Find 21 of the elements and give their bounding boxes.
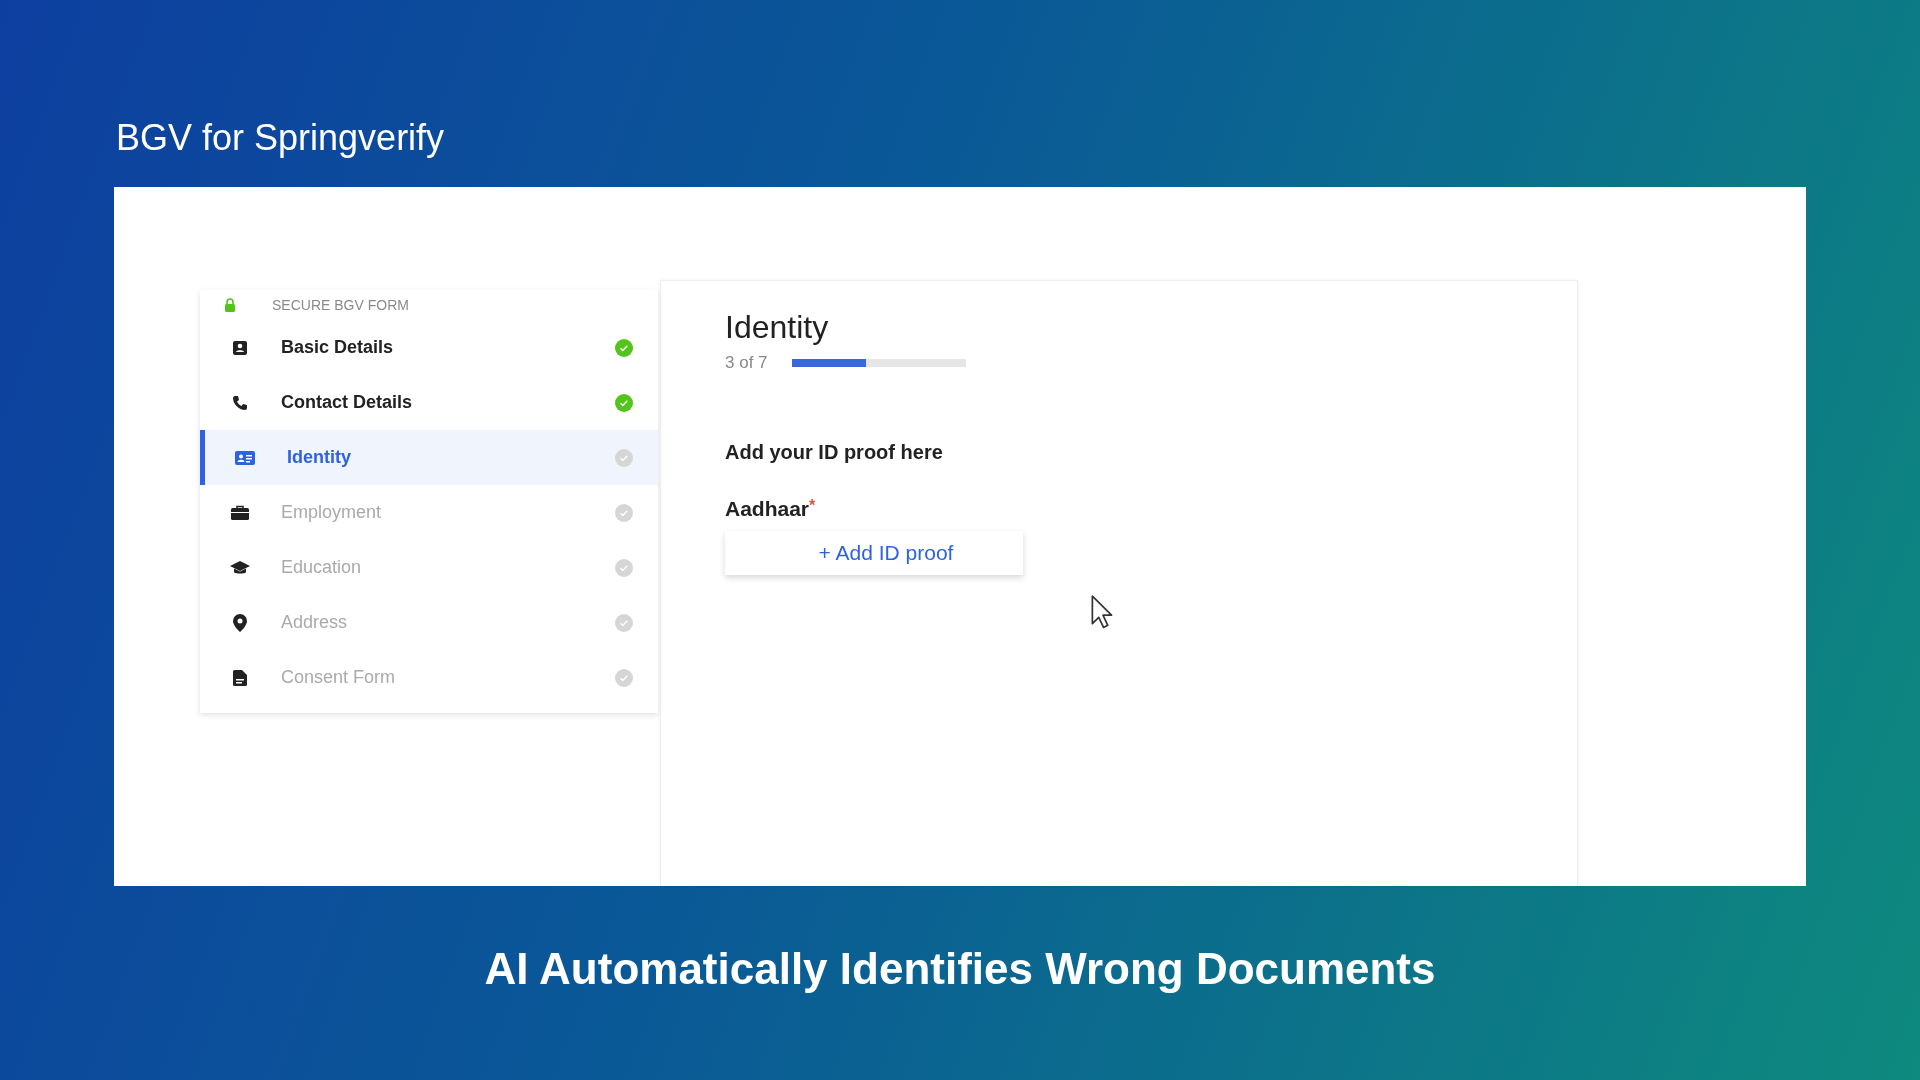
document-icon	[230, 669, 250, 686]
briefcase-icon	[230, 504, 250, 521]
form-subtitle: Add your ID proof here	[725, 441, 944, 464]
slide-caption: AI Automatically Identifies Wrong Documents	[483, 944, 1437, 994]
sidebar-item[interactable]: Contact Details	[200, 375, 658, 430]
phone-icon	[230, 394, 250, 411]
lock-icon	[224, 298, 236, 312]
step-counter: 3 of 7	[725, 353, 768, 373]
sidebar-item[interactable]: Basic Details	[200, 320, 658, 375]
required-mark: *	[809, 497, 816, 514]
graduation-cap-icon	[230, 559, 250, 576]
mouse-pointer-icon	[1091, 595, 1115, 629]
section-title: Identity	[725, 308, 830, 347]
field-label: Aadhaar	[725, 497, 810, 521]
id-card-icon	[235, 449, 255, 466]
add-id-proof-button[interactable]: + Add ID proof	[725, 531, 1023, 575]
sidebar-item[interactable]: Identity	[200, 430, 658, 485]
map-pin-icon	[230, 613, 250, 632]
page-heading: BGV for Springverify	[116, 117, 446, 159]
contact-card-icon	[230, 339, 250, 356]
sidebar-header: SECURE BGV FORM	[272, 297, 409, 313]
